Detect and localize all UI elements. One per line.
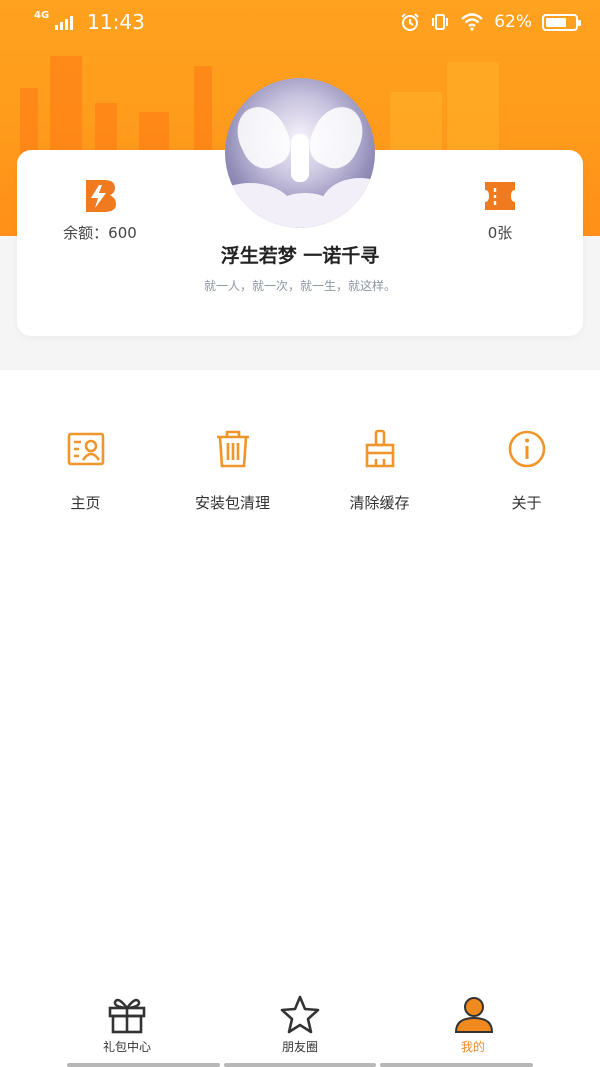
- tickets-stat[interactable]: 0张: [450, 178, 550, 243]
- gesture-bar[interactable]: [67, 1063, 534, 1067]
- profile-page: 4G 11:43 62% 余额：600 0张 浮生若梦 一诺千寻 就一人，就一次…: [0, 0, 600, 1067]
- profile-card-icon: [67, 432, 104, 466]
- lightning-b-icon: [86, 180, 116, 212]
- vibrate-icon: [432, 14, 449, 30]
- star-icon: [280, 995, 320, 1034]
- menu-item-home[interactable]: 主页: [12, 428, 159, 513]
- broom-icon: [365, 429, 394, 468]
- alarm-icon: [401, 13, 419, 31]
- nav-label: 我的: [460, 1040, 485, 1054]
- user-motto: 就一人，就一次，就一生，就这样。: [203, 279, 396, 293]
- ticket-icon: [485, 182, 515, 210]
- function-menu: 主页 安装包清理 清除缓存 关于: [0, 428, 600, 513]
- balance-stat[interactable]: 余额：600: [48, 178, 152, 243]
- menu-item-clear-cache[interactable]: 清除缓存: [306, 428, 453, 513]
- signal-icon: [55, 16, 74, 30]
- battery-percent: 62%: [494, 12, 532, 32]
- menu-label: 安装包清理: [194, 494, 270, 512]
- username: 浮生若梦 一诺千寻: [220, 245, 380, 267]
- menu-label: 清除缓存: [349, 494, 410, 512]
- nav-tab-mine[interactable]: 我的: [413, 988, 533, 1067]
- tickets-label: 0张: [487, 224, 513, 242]
- user-icon: [454, 997, 494, 1033]
- clock: 11:43: [87, 10, 145, 34]
- trash-icon: [216, 430, 249, 468]
- menu-label: 关于: [511, 494, 542, 512]
- nav-label: 礼包中心: [102, 1040, 151, 1054]
- wifi-icon: [461, 13, 484, 31]
- info-icon: [508, 430, 545, 468]
- menu-item-about[interactable]: 关于: [453, 428, 600, 513]
- avatar[interactable]: [225, 78, 375, 228]
- gift-icon: [108, 998, 146, 1034]
- battery-icon: [542, 13, 581, 31]
- menu-item-package-cleanup[interactable]: 安装包清理: [159, 428, 306, 513]
- balance-label: 余额：600: [63, 224, 137, 242]
- bottom-nav: 礼包中心 朋友圈 我的: [0, 988, 600, 1067]
- nav-tab-gift-center[interactable]: 礼包中心: [67, 988, 187, 1067]
- nav-label: 朋友圈: [281, 1040, 318, 1054]
- network-type: 4G: [34, 10, 50, 21]
- status-bar: 4G 11:43 62%: [0, 0, 600, 44]
- nav-tab-moments[interactable]: 朋友圈: [240, 988, 360, 1067]
- menu-label: 主页: [70, 494, 101, 512]
